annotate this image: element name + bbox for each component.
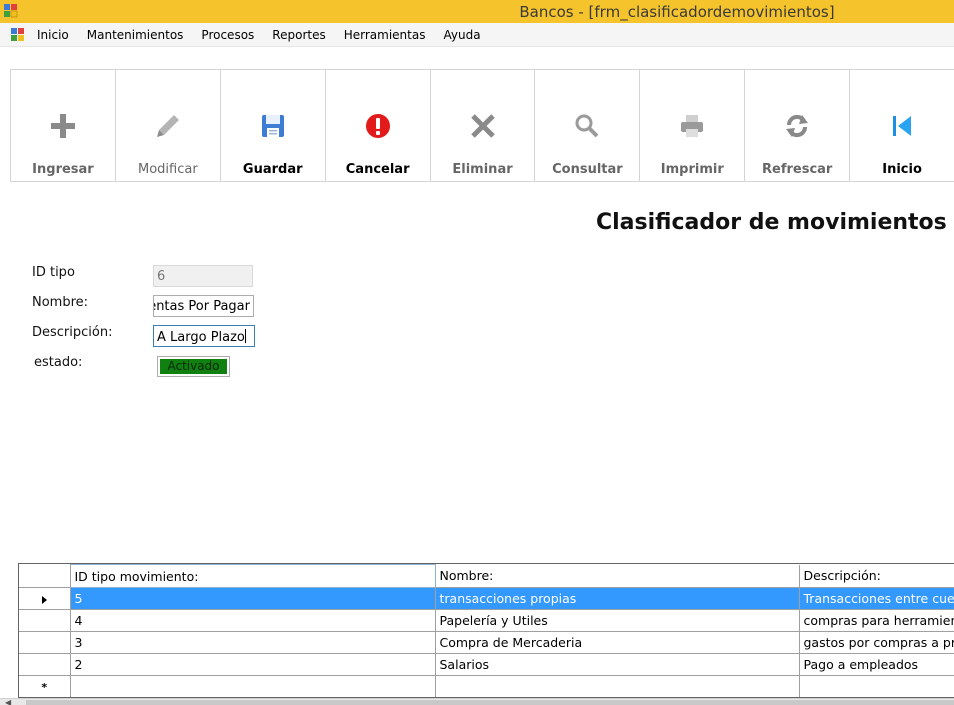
consultar-button[interactable]: Consultar (534, 69, 640, 182)
cell-nombre[interactable]: Salarios (435, 653, 800, 676)
x-delete-icon (470, 114, 495, 138)
menu-bar: Inicio Mantenimientos Procesos Reportes … (0, 23, 954, 47)
scrollbar-thumb[interactable] (26, 700, 954, 705)
row-header[interactable]: * (19, 675, 71, 697)
cell-id[interactable]: 5 (70, 587, 436, 610)
column-header-descripcion[interactable]: Descripción: (799, 564, 954, 588)
new-row[interactable]: * (19, 675, 954, 697)
row-header[interactable] (19, 587, 71, 610)
cell-nombre[interactable]: Papelería y Utiles (435, 609, 800, 632)
row-header[interactable] (19, 609, 71, 632)
modificar-button[interactable]: Modificar (114, 69, 220, 182)
menu-procesos[interactable]: Procesos (192, 23, 263, 47)
cell-id[interactable]: 2 (70, 653, 436, 676)
menu-mantenimientos[interactable]: Mantenimientos (78, 23, 193, 47)
eliminar-button[interactable]: Eliminar (429, 69, 535, 182)
grid-header-row: ID tipo movimiento: Nombre: Descripción: (19, 564, 954, 588)
descripcion-label: Descripción: (32, 325, 113, 340)
modificar-label: Modificar (137, 162, 198, 177)
cell-nombre[interactable]: Compra de Mercaderia (435, 631, 800, 654)
window-title: Bancos - [frm_clasificadordemovimientos] (519, 3, 835, 21)
cell-id[interactable]: 4 (70, 609, 436, 632)
table-row[interactable]: 5 transacciones propias Transacciones en… (19, 587, 954, 610)
row-header[interactable] (19, 653, 71, 676)
menu-ayuda[interactable]: Ayuda (434, 23, 489, 47)
inicio-button[interactable]: Inicio (849, 69, 954, 182)
refrescar-label: Refrescar (762, 162, 833, 177)
nombre-field[interactable]: Cuentas Por Pagar (153, 295, 254, 317)
grid-corner[interactable] (19, 564, 71, 588)
magnifier-icon (575, 114, 599, 138)
row-header[interactable] (19, 631, 71, 654)
cancelar-label: Cancelar (345, 162, 410, 177)
descripcion-value: A Largo Plazo (157, 330, 245, 345)
cell-nombre[interactable] (435, 675, 800, 697)
consultar-label: Consultar (552, 162, 623, 177)
cell-descripcion[interactable]: Transacciones entre cuen (799, 587, 954, 610)
toolbar: Ingresar Modificar Guardar Cancelar Elim… (10, 69, 954, 182)
floppy-disk-icon (261, 115, 284, 137)
cell-nombre[interactable]: transacciones propias (435, 587, 800, 610)
menu-reportes[interactable]: Reportes (263, 23, 334, 47)
printer-icon (681, 115, 704, 137)
table-row[interactable]: 2 Salarios Pago a empleados (19, 653, 954, 676)
estado-label: estado: (34, 355, 83, 370)
descripcion-field[interactable]: A Largo Plazo (153, 325, 255, 347)
plus-icon (50, 114, 75, 138)
table-row[interactable]: 3 Compra de Mercaderia gastos por compra… (19, 631, 954, 654)
text-caret (244, 329, 246, 343)
nombre-value: Cuentas Por Pagar (154, 299, 250, 314)
imprimir-button[interactable]: Imprimir (639, 69, 745, 182)
guardar-button[interactable]: Guardar (219, 69, 325, 182)
cell-descripcion[interactable]: gastos por compras a pro (799, 631, 954, 654)
ingresar-label: Ingresar (32, 162, 94, 177)
page-title: Clasificador de movimientos (596, 210, 947, 235)
cell-id[interactable]: 3 (70, 631, 436, 654)
mdi-child-icon[interactable] (10, 27, 26, 43)
eliminar-label: Eliminar (452, 162, 513, 177)
cell-id[interactable] (70, 675, 436, 697)
refrescar-button[interactable]: Refrescar (744, 69, 850, 182)
movimientos-grid[interactable]: ID tipo movimiento: Nombre: Descripción:… (18, 563, 954, 698)
imprimir-label: Imprimir (660, 162, 724, 177)
column-header-nombre[interactable]: Nombre: (435, 564, 800, 588)
menu-herramientas[interactable]: Herramientas (335, 23, 435, 47)
estado-value: Activado (160, 359, 227, 374)
menu-inicio[interactable]: Inicio (28, 23, 78, 47)
column-header-id[interactable]: ID tipo movimiento: (69, 564, 436, 588)
refresh-icon (786, 114, 809, 138)
guardar-label: Guardar (242, 162, 303, 177)
cancelar-button[interactable]: Cancelar (324, 69, 430, 182)
cell-descripcion[interactable] (799, 675, 954, 697)
horizontal-scrollbar[interactable]: ◀ (0, 698, 954, 705)
scroll-left-icon[interactable]: ◀ (5, 699, 11, 705)
first-record-icon (893, 116, 912, 136)
pencil-icon (156, 115, 179, 137)
cell-descripcion[interactable]: Pago a empleados (799, 653, 954, 676)
id-tipo-label: ID tipo (32, 265, 75, 280)
estado-toggle[interactable]: Activado (157, 356, 230, 377)
id-tipo-field[interactable]: 6 (153, 265, 253, 287)
stop-alert-icon (365, 114, 390, 138)
title-bar: Bancos - [frm_clasificadordemovimientos] (0, 0, 954, 23)
new-row-marker: * (41, 681, 48, 694)
nombre-label: Nombre: (32, 295, 89, 310)
current-row-arrow-icon (41, 595, 47, 604)
table-row[interactable]: 4 Papelería y Utiles compras para herram… (19, 609, 954, 632)
inicio-label: Inicio (882, 162, 922, 177)
cell-descripcion[interactable]: compras para herramienta (799, 609, 954, 632)
ingresar-button[interactable]: Ingresar (10, 69, 115, 182)
